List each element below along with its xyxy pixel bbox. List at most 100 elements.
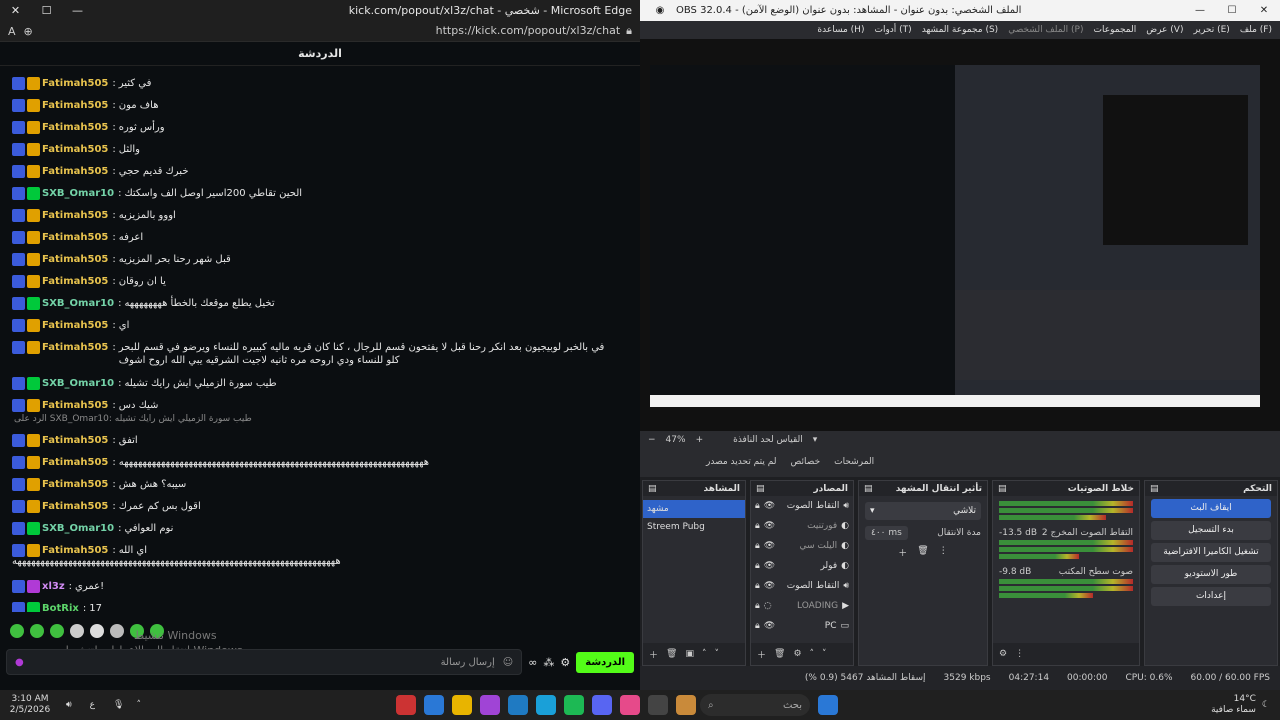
lock-icon[interactable]: 🔒︎ <box>755 501 760 511</box>
transition-select[interactable]: ▾ تلاشي <box>865 502 981 520</box>
explorer-icon[interactable] <box>452 695 472 715</box>
lock-icon[interactable]: 🔒︎ <box>755 561 760 571</box>
chat-username[interactable]: Fatimah505 <box>42 435 108 446</box>
mic-icon[interactable]: 🎙︎ <box>113 700 124 710</box>
scale-hint[interactable]: القياس لحد النافذة <box>733 435 803 445</box>
chat-username[interactable]: Fatimah505 <box>42 78 108 89</box>
app-icon[interactable] <box>396 695 416 715</box>
minimize-icon[interactable]: — <box>1184 5 1216 16</box>
eye-icon[interactable]: 👁︎ <box>764 621 775 631</box>
chat-message[interactable]: Fatimah505: اقول بس كم عمرك <box>12 500 620 513</box>
discord-icon[interactable] <box>592 695 612 715</box>
dock-menu-icon[interactable]: ▤ <box>648 484 657 494</box>
chat-message[interactable]: Fatimah505: اعرفه <box>12 231 620 244</box>
menu-view[interactable]: عرض (V) <box>1146 25 1183 35</box>
eye-icon[interactable]: 👁︎ <box>764 541 775 551</box>
url-text[interactable]: https://kick.com/popout/xl3z/chat <box>436 24 621 38</box>
properties-button[interactable]: خصائص <box>791 457 821 467</box>
lock-icon[interactable]: 🔒︎ <box>755 581 760 591</box>
maximize-icon[interactable]: ☐ <box>1216 5 1248 16</box>
zoom-icon[interactable]: ⊕ <box>24 25 33 38</box>
maximize-icon[interactable]: ☐ <box>31 4 62 17</box>
chat-username[interactable]: SXB_Omar10 <box>42 378 114 389</box>
chevron-up-icon[interactable]: ˄ <box>136 700 141 710</box>
menu-edit[interactable]: تحرير (E) <box>1193 25 1229 35</box>
source-item[interactable]: ◐ فولر 👁︎ 🔒︎ <box>751 556 853 576</box>
virtual-camera-button[interactable]: تشغيل الكاميرا الافتراضية <box>1151 543 1271 562</box>
menu-scene-collection[interactable]: مجموعة المشهد (S) <box>922 25 999 35</box>
read-aloud-icon[interactable]: A <box>8 25 16 38</box>
eye-icon[interactable]: 👁︎ <box>764 521 775 531</box>
chat-message[interactable]: SXB_Omar10: نوم العوافي <box>12 522 620 535</box>
gift-icon[interactable]: ⁂ <box>543 656 554 669</box>
down-icon[interactable]: ˅ <box>822 649 827 659</box>
infinity-icon[interactable]: ∞ <box>528 656 537 669</box>
lock-icon[interactable]: 🔒︎ <box>755 621 760 631</box>
chat-username[interactable]: Fatimah505 <box>42 210 108 221</box>
scene-item[interactable]: Streem Pubg <box>643 518 745 536</box>
chat-username[interactable]: Fatimah505 <box>42 122 108 133</box>
obs-preview[interactable] <box>640 39 1280 431</box>
settings-button[interactable]: إعدادات <box>1151 587 1271 606</box>
chat-username[interactable]: Fatimah505 <box>42 166 108 177</box>
chat-send-button[interactable]: الدردشة <box>576 651 634 673</box>
scene-item[interactable]: مشهد <box>643 500 745 518</box>
clock[interactable]: 3:10 AM 2/5/2026 <box>0 694 60 716</box>
address-bar[interactable]: A ⊕ https://kick.com/popout/xl3z/chat 🔒︎ <box>0 21 640 42</box>
chat-username[interactable]: SXB_Omar10 <box>42 188 114 199</box>
menu-docks[interactable]: المجموعات <box>1094 25 1137 35</box>
app-icon[interactable] <box>620 695 640 715</box>
filters-button[interactable]: المرشحات <box>834 457 874 467</box>
chat-message[interactable]: Fatimah505: ههههههههههههههههههههههههههههه… <box>12 456 620 469</box>
taskbar-search[interactable]: ⌕ بحث <box>700 694 810 716</box>
eye-icon[interactable]: 👁︎ <box>764 561 775 571</box>
close-icon[interactable]: ✕ <box>1248 5 1280 16</box>
app-icon[interactable] <box>676 695 696 715</box>
chat-username[interactable]: SXB_Omar10 <box>42 298 114 309</box>
settings-icon[interactable]: ⚙ <box>560 656 570 669</box>
source-item[interactable]: 🔊︎ التقاط الصوت 👁︎ 🔒︎ <box>751 496 853 516</box>
chat-message[interactable]: Fatimah505: خبرك قديم حجي <box>12 165 620 178</box>
down-icon[interactable]: ˅ <box>714 649 719 659</box>
chat-message[interactable]: SXB_Omar10: تخيل يطلع موقعك بالخطأ هههههه… <box>12 297 620 310</box>
menu-help[interactable]: مساعدة (H) <box>817 25 864 35</box>
dock-menu-icon[interactable]: ▤ <box>756 484 765 494</box>
chat-username[interactable]: xl3z <box>42 581 65 592</box>
chat-message[interactable]: Fatimah505: قبل شهر رحنا بحر المزيزيه <box>12 253 620 266</box>
chat-message[interactable]: Fatimah505: والثل <box>12 143 620 156</box>
chat-username[interactable]: Fatimah505 <box>42 254 108 265</box>
chat-username[interactable]: Fatimah505 <box>42 144 108 155</box>
chat-message[interactable]: Fatimah505: في بالخبر لوبيجيون بعد انكر ر… <box>12 341 620 367</box>
dock-menu-icon[interactable]: ▤ <box>1150 484 1159 494</box>
chevron-down-icon[interactable]: ▾ <box>813 435 818 445</box>
dock-menu-icon[interactable]: ▤ <box>864 484 873 494</box>
add-icon[interactable]: ＋ <box>757 648 766 661</box>
emote-icon[interactable] <box>10 624 24 638</box>
chat-username[interactable]: Fatimah505 <box>42 341 108 354</box>
more-icon[interactable]: ⋮ <box>939 546 948 559</box>
menu-tools[interactable]: أدوات (T) <box>874 25 911 35</box>
more-icon[interactable]: ⋮ <box>1015 649 1024 659</box>
menu-profile[interactable]: الملف الشخصي (P) <box>1008 25 1083 35</box>
source-item[interactable]: ◐ فورتنيت 👁︎ 🔒︎ <box>751 516 853 536</box>
add-icon[interactable]: ＋ <box>649 648 658 661</box>
chat-username[interactable]: Fatimah505 <box>42 501 108 512</box>
chat-message[interactable]: Fatimah505: اتفق <box>12 434 620 447</box>
chat-input[interactable]: ● إرسال رسالة ☺ <box>6 649 523 675</box>
source-item[interactable]: ▭ PC 👁︎ 🔒︎ <box>751 616 853 636</box>
lock-icon[interactable]: 🔒︎ <box>755 601 760 611</box>
obs-icon[interactable] <box>648 695 668 715</box>
zoom-in-icon[interactable]: + <box>696 435 704 445</box>
eye-icon[interactable]: ◌ <box>764 601 772 611</box>
zoom-out-icon[interactable]: − <box>648 435 656 445</box>
lock-icon[interactable]: 🔒︎ <box>755 521 760 531</box>
chat-message[interactable]: SXB_Omar10: طيب سورة الزميلي ايش رايك تشي… <box>12 377 620 390</box>
emote-icon[interactable] <box>30 624 44 638</box>
minimize-icon[interactable]: — <box>62 4 93 17</box>
mic-icon[interactable]: ● <box>15 657 24 668</box>
chat-message[interactable]: Fatimah505: ورأس ثوره <box>12 121 620 134</box>
menu-file[interactable]: ملف (F) <box>1240 25 1272 35</box>
emoji-icon[interactable]: ☺ <box>503 657 513 668</box>
add-icon[interactable]: ＋ <box>898 546 907 559</box>
trash-icon[interactable]: 🗑︎ <box>917 546 928 559</box>
